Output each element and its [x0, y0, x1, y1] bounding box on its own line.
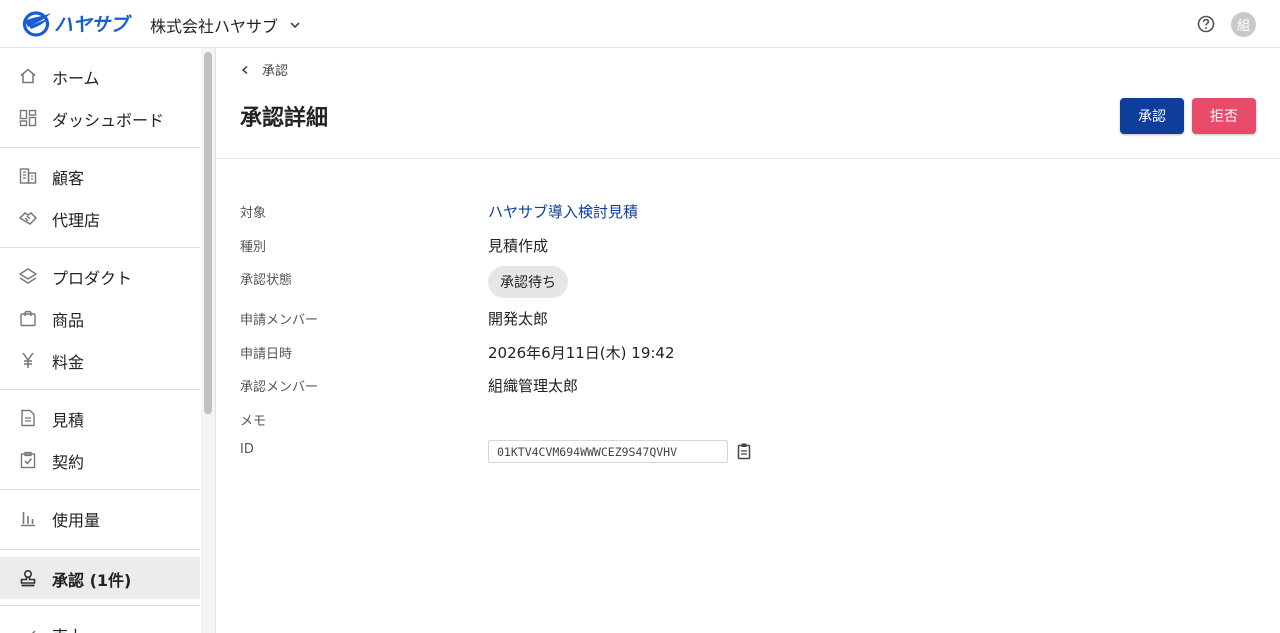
sidebar-item-usage[interactable]: 使用量: [0, 497, 200, 539]
shopping-bag-icon: [20, 310, 36, 327]
sidebar-item-products[interactable]: プロダクト: [0, 255, 200, 297]
breadcrumb-link[interactable]: 承認: [262, 60, 288, 79]
bar-chart-icon: [21, 512, 35, 527]
sidebar-divider: [0, 549, 200, 550]
target-link[interactable]: ハヤサブ導入検討見積: [488, 201, 638, 222]
sidebar-item-agencies[interactable]: 代理店: [0, 197, 200, 239]
sidebar-item-home[interactable]: ホーム: [0, 55, 200, 97]
sidebar-item-label: 代理店: [52, 211, 101, 230]
header-divider: [216, 158, 1280, 159]
sidebar-item-label: 見積: [52, 411, 85, 430]
sidebar-divider: [0, 247, 200, 248]
requester-value: 開発太郎: [488, 310, 549, 328]
sidebar-item-sales[interactable]: 売上: [0, 613, 200, 633]
logo-text: ハヤサブ: [54, 13, 129, 36]
memo-label: メモ: [240, 414, 267, 429]
status-label: 承認状態: [240, 273, 293, 288]
sidebar-item-label: プロダクト: [52, 269, 133, 288]
handshake-icon: [18, 212, 38, 225]
chevron-down-icon: [290, 22, 300, 29]
sidebar-item-label: 承認 (1件): [52, 571, 132, 590]
approver-value: 組織管理太郎: [488, 377, 579, 395]
chevron-left-icon: [241, 65, 248, 74]
bird-logo-icon: [22, 11, 51, 37]
approver-label: 承認メンバー: [240, 380, 319, 395]
id-field[interactable]: 01KTV4CVM694WWWCEZ9S47QVHV: [488, 440, 728, 463]
sidebar-item-label: 使用量: [52, 511, 101, 530]
sidebar-divider: [0, 389, 200, 390]
home-icon: [20, 68, 36, 84]
sidebar-divider: [0, 489, 200, 490]
requested-at-value: 2026年6月11日(木) 19:42: [488, 344, 675, 362]
yen-icon: [22, 352, 34, 368]
sidebar-item-customers[interactable]: 顧客: [0, 155, 200, 197]
status-badge: 承認待ち: [488, 266, 568, 298]
document-icon: [21, 409, 35, 427]
app-logo[interactable]: ハヤサブ: [22, 9, 129, 37]
top-header: ハヤサブ 株式会社ハヤサブ 組: [0, 0, 1280, 48]
sidebar-item-dashboard[interactable]: ダッシュボード: [0, 97, 200, 139]
sidebar-item-label: 顧客: [52, 169, 85, 188]
sidebar-scrollbar-thumb[interactable]: [204, 52, 212, 414]
org-name: 株式会社ハヤサブ: [150, 17, 279, 36]
sidebar-item-label: 契約: [52, 453, 85, 472]
sidebar-divider: [0, 147, 200, 148]
avatar[interactable]: 組: [1231, 12, 1256, 37]
sidebar-item-label: 商品: [52, 311, 85, 330]
approve-button[interactable]: 承認: [1120, 98, 1184, 134]
sidebar-item-approvals[interactable]: 承認 (1件): [0, 557, 200, 599]
sidebar-item-label: 売上: [52, 623, 84, 633]
sidebar-item-label: 料金: [52, 353, 85, 372]
sidebar-item-label: ホーム: [52, 69, 100, 88]
sidebar-item-items[interactable]: 商品: [0, 297, 200, 339]
org-switcher[interactable]: 株式会社ハヤサブ: [150, 13, 302, 37]
sidebar: ホーム ダッシュボード 顧客 代理店 プロダクト 商品 料金 見積 契約 使用量…: [0, 48, 216, 633]
clipboard-icon[interactable]: [736, 442, 752, 460]
requester-label: 申請メンバー: [240, 313, 319, 328]
reject-button[interactable]: 拒否: [1192, 98, 1256, 134]
help-circle-icon[interactable]: [1196, 14, 1216, 34]
requested-at-label: 申請日時: [240, 347, 293, 362]
page-title: 承認詳細: [240, 106, 329, 131]
breadcrumb[interactable]: 承認: [240, 60, 288, 79]
clipboard-check-icon: [20, 451, 36, 469]
type-label: 種別: [240, 240, 267, 255]
sidebar-item-pricing[interactable]: 料金: [0, 339, 200, 381]
id-label: ID: [240, 442, 254, 457]
stamp-icon: [20, 569, 36, 587]
target-label: 対象: [240, 206, 267, 221]
sidebar-item-label: ダッシュボード: [52, 111, 165, 130]
sidebar-item-contracts[interactable]: 契約: [0, 439, 200, 481]
layers-icon: [18, 268, 38, 284]
sidebar-divider: [0, 605, 200, 606]
building-icon: [19, 168, 37, 184]
main-content: 承認 承認詳細 承認 拒否 対象 ハヤサブ導入検討見積 種別 見積作成 承認状態…: [216, 48, 1280, 633]
sidebar-item-quotes[interactable]: 見積: [0, 397, 200, 439]
type-value: 見積作成: [488, 237, 549, 255]
dashboard-icon: [19, 109, 37, 127]
sales-icon: [25, 630, 36, 633]
